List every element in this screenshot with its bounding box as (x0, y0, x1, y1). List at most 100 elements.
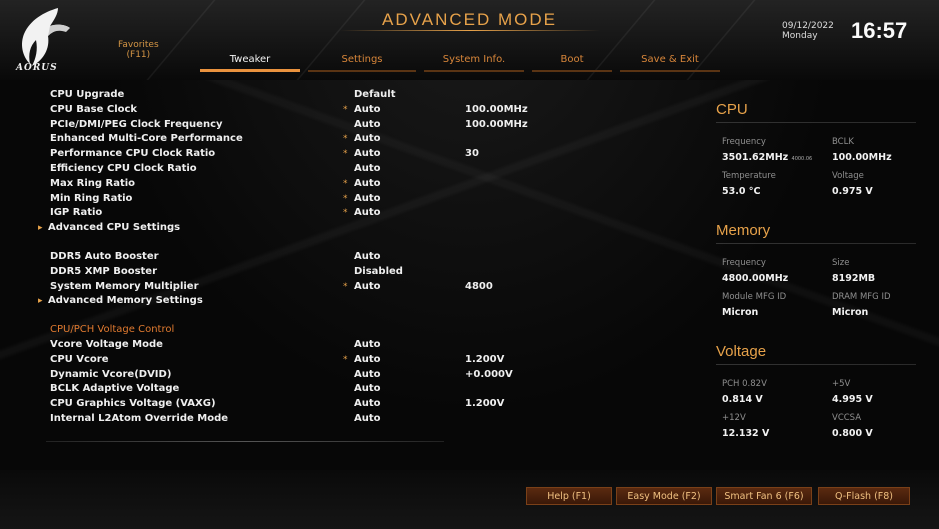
setting-label: IGP Ratio (50, 207, 103, 219)
memory-size-label: Size (832, 258, 850, 268)
cpu-bclk-label: BCLK (832, 137, 854, 147)
submenu-item-advanced-cpu-settings[interactable]: ▸ Advanced CPU Settings (26, 221, 666, 236)
favorites-key: (F11) (126, 50, 151, 60)
cpu-temperature-label: Temperature (722, 171, 776, 181)
cpu-frequency-number: 3501.62MHz (722, 152, 789, 163)
setting-row-internal-l2atom-override-mode[interactable]: Internal L2Atom Override Mode Auto (26, 412, 666, 427)
setting-value[interactable]: Auto (354, 338, 381, 353)
tab-boot[interactable]: Boot (532, 52, 612, 72)
setting-label: BCLK Adaptive Voltage (50, 383, 180, 395)
setting-label: Advanced CPU Settings (48, 222, 181, 234)
cpu-bclk-value: 100.00MHz (832, 152, 892, 163)
pch-voltage-label: PCH 0.82V (722, 379, 767, 389)
setting-current-value: 4800 (465, 280, 493, 292)
memory-row-frequency: Frequency 4800.00MHz Size 8192MB (716, 258, 916, 292)
modified-star-icon: * (343, 281, 348, 292)
cpu-frequency-value: 3501.62MHz 4000.06 (722, 152, 812, 163)
setting-row-cpu-upgrade[interactable]: CPU Upgrade Default (26, 88, 666, 103)
cpu-section: CPU Frequency 3501.62MHz 4000.06 BCLK 10… (716, 100, 916, 205)
setting-row-ddr5-xmp-booster[interactable]: DDR5 XMP Booster Disabled (26, 265, 666, 280)
setting-row-bclk-adaptive-voltage[interactable]: BCLK Adaptive Voltage Auto (26, 382, 666, 397)
settings-list: CPU Upgrade Default CPU Base Clock * Auto 100… (26, 88, 666, 427)
modified-star-icon: * (343, 134, 348, 145)
setting-label: CPU Upgrade (50, 89, 125, 100)
setting-row-cpu-base-clock[interactable]: CPU Base Clock * Auto 100.00MHz (26, 103, 666, 118)
12v-value: 12.132 V (722, 428, 770, 439)
setting-row-ddr5-auto-booster[interactable]: DDR5 Auto Booster Auto (26, 250, 666, 265)
date-text: 09/12/2022 (782, 21, 834, 31)
setting-value[interactable]: Auto (354, 368, 381, 383)
tab-tweaker[interactable]: Tweaker (200, 52, 300, 72)
cpu-voltage-value: 0.975 V (832, 186, 873, 197)
setting-value[interactable]: Auto (354, 397, 381, 412)
easy-mode-button[interactable]: Easy Mode (F2) (616, 487, 712, 505)
voltage-row-2: +12V 12.132 V VCCSA 0.800 V (716, 413, 916, 447)
help-button[interactable]: Help (F1) (526, 487, 612, 505)
modified-star-icon: * (343, 104, 348, 115)
setting-row-vcore-voltage-mode[interactable]: Vcore Voltage Mode Auto (26, 338, 666, 353)
setting-value[interactable]: Auto (354, 162, 381, 177)
setting-value[interactable]: Auto (354, 192, 381, 207)
setting-row-cpu-vcore[interactable]: CPU Vcore * Auto 1.200V (26, 353, 666, 368)
section-rule (716, 243, 916, 244)
tab-settings[interactable]: Settings (308, 52, 416, 72)
setting-value[interactable]: Auto (354, 412, 381, 427)
setting-value[interactable]: Auto (354, 250, 381, 265)
favorites-button[interactable]: Favorites (F11) (118, 40, 159, 60)
setting-label: CPU Graphics Voltage (VAXG) (50, 398, 216, 410)
setting-row-dynamic-vcore-dvid[interactable]: Dynamic Vcore(DVID) Auto +0.000V (26, 368, 666, 383)
memory-frequency-label: Frequency (722, 258, 766, 268)
setting-label: Min Ring Ratio (50, 192, 133, 204)
memory-section-title: Memory (716, 222, 771, 239)
setting-value[interactable]: Default (354, 88, 396, 103)
setting-current-value: 1.200V (465, 353, 505, 365)
smart-fan-button[interactable]: Smart Fan 6 (F6) (716, 487, 812, 505)
setting-label: DDR5 Auto Booster (50, 250, 159, 262)
module-mfg-value: Micron (722, 307, 759, 318)
setting-label: Dynamic Vcore(DVID) (50, 368, 172, 380)
setting-row-pcie-dmi-peg-clock-frequency[interactable]: PCIe/DMI/PEG Clock Frequency Auto 100.00MH… (26, 118, 666, 133)
setting-value[interactable]: Disabled (354, 265, 403, 280)
tab-save-exit[interactable]: Save & Exit (620, 52, 720, 72)
setting-current-value: 100.00MHz (465, 103, 528, 115)
setting-value[interactable]: Auto (354, 177, 381, 192)
setting-row-igp-ratio[interactable]: IGP Ratio * Auto (26, 206, 666, 221)
memory-row-mfg: Module MFG ID Micron DRAM MFG ID Micron (716, 292, 916, 326)
setting-label: Internal L2Atom Override Mode (50, 412, 229, 424)
setting-value[interactable]: Auto (354, 206, 381, 221)
setting-row-max-ring-ratio[interactable]: Max Ring Ratio * Auto (26, 177, 666, 192)
submenu-item-advanced-memory-settings[interactable]: ▸ Advanced Memory Settings (26, 294, 666, 309)
dram-mfg-value: Micron (832, 307, 869, 318)
setting-label: Enhanced Multi-Core Performance (50, 133, 243, 145)
setting-label: Performance CPU Clock Ratio (50, 148, 216, 160)
setting-label: CPU Vcore (50, 353, 109, 365)
module-mfg-label: Module MFG ID (722, 292, 787, 302)
setting-row-enhanced-multi-core-performance[interactable]: Enhanced Multi-Core Performance * Auto (26, 132, 666, 147)
setting-value[interactable]: Auto (354, 353, 381, 368)
setting-value[interactable]: Auto (354, 118, 381, 133)
setting-row-min-ring-ratio[interactable]: Min Ring Ratio * Auto (26, 192, 666, 207)
vccsa-label: VCCSA (832, 413, 862, 423)
cpu-row-temperature: Temperature 53.0 °C Voltage 0.975 V (716, 171, 916, 205)
cpu-frequency-label: Frequency (722, 137, 766, 147)
setting-row-efficiency-cpu-clock-ratio[interactable]: Efficiency CPU Clock Ratio Auto (26, 162, 666, 177)
modified-star-icon: * (343, 149, 348, 160)
setting-current-value: 30 (465, 148, 479, 160)
memory-frequency-value: 4800.00MHz (722, 273, 789, 284)
setting-row-performance-cpu-clock-ratio[interactable]: Performance CPU Clock Ratio * Auto 30 (26, 147, 666, 162)
setting-value[interactable]: Auto (354, 103, 381, 118)
tab-bar: Tweaker Settings System Info. Boot Save … (200, 52, 728, 72)
clock: 16:57 (851, 18, 908, 43)
setting-value[interactable]: Auto (354, 147, 381, 162)
setting-row-system-memory-multiplier[interactable]: System Memory Multiplier * Auto 4800 (26, 280, 666, 295)
date-display: 09/12/2022 Monday (782, 21, 834, 41)
setting-value[interactable]: Auto (354, 382, 381, 397)
q-flash-button[interactable]: Q-Flash (F8) (818, 487, 910, 505)
setting-value[interactable]: Auto (354, 132, 381, 147)
setting-label: PCIe/DMI/PEG Clock Frequency (50, 118, 223, 130)
setting-row-cpu-graphics-voltage-vaxg[interactable]: CPU Graphics Voltage (VAXG) Auto 1.200V (26, 397, 666, 412)
memory-size-value: 8192MB (832, 273, 876, 284)
tab-system-info[interactable]: System Info. (424, 52, 524, 72)
setting-value[interactable]: Auto (354, 280, 381, 295)
